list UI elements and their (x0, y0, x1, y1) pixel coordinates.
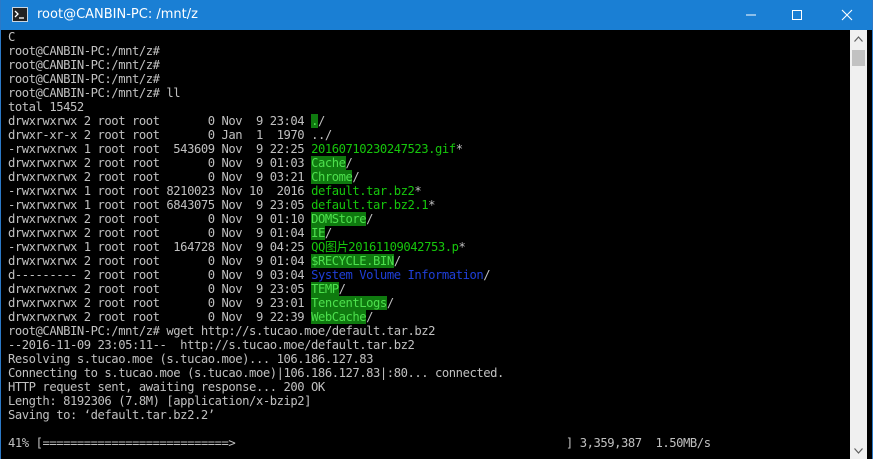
listing-meta: -rwxrwxrwx 1 root root 543609 Nov 9 22:2… (8, 142, 312, 156)
listing-suffix: / (352, 170, 360, 184)
terminal-output[interactable]: Croot@CANBIN-PC:/mnt/z# root@CANBIN-PC:/m… (1, 30, 850, 459)
listing-filename: TencentLogs (311, 296, 387, 310)
listing-filename: .. (311, 128, 325, 142)
terminal-line: root@CANBIN-PC:/mnt/z# (8, 44, 160, 58)
terminal-line: Resolving s.tucao.moe (s.tucao.moe)... 1… (8, 352, 374, 366)
window-title: root@CANBIN-PC: /mnt/z (37, 7, 198, 22)
listing-meta: -rwxrwxrwx 1 root root 164728 Nov 9 04:2… (8, 240, 312, 254)
chevron-down-icon (854, 447, 863, 454)
progress-bar: [===========================> (35, 436, 236, 450)
listing-filename: 20160710230247523.gif (311, 142, 456, 156)
listing-suffix: / (338, 282, 346, 296)
listing-suffix: / (366, 310, 374, 324)
scroll-up-button[interactable] (850, 30, 867, 47)
listing-suffix: / (386, 296, 394, 310)
title-bar[interactable]: root@CANBIN-PC: /mnt/z (1, 0, 872, 30)
listing-suffix: * (414, 184, 422, 198)
terminal-line: root@CANBIN-PC:/mnt/z# (8, 72, 160, 86)
terminal-line: HTTP request sent, awaiting response... … (8, 380, 325, 394)
listing-filename: . (311, 114, 318, 128)
listing-row: drwxrwxrwx 2 root root 0 Nov 9 23:01 Ten… (1, 296, 850, 310)
terminal-line: total 15452 (8, 100, 84, 114)
minimize-icon (746, 14, 756, 16)
listing-row: -rwxrwxrwx 1 root root 6843075 Nov 9 23:… (1, 198, 850, 212)
listing-row: drwxr-xr-x 2 root root 0 Jan 1 1970 ../ (1, 128, 850, 142)
listing-suffix: * (458, 240, 466, 254)
listing-meta: drwxrwxrwx 2 root root 0 Nov 9 03:21 (8, 170, 312, 184)
listing-filename: System Volume Information (311, 268, 484, 282)
listing-filename: Cache (311, 156, 346, 170)
close-icon (841, 9, 853, 21)
listing-row: drwxrwxrwx 2 root root 0 Nov 9 22:39 Web… (1, 310, 850, 324)
listing-suffix: / (366, 212, 374, 226)
maximize-icon (792, 10, 802, 20)
listing-meta: drwxrwxrwx 2 root root 0 Nov 9 01:04 (8, 254, 312, 268)
listing-suffix: * (455, 142, 463, 156)
listing-filename: IE (311, 226, 325, 240)
listing-suffix: / (324, 128, 332, 142)
listing-row: drwxrwxrwx 2 root root 0 Nov 9 01:04 IE/ (1, 226, 850, 240)
terminal-line: root@CANBIN-PC:/mnt/z# ll (8, 86, 181, 100)
listing-row: -rwxrwxrwx 1 root root 543609 Nov 9 22:2… (1, 142, 850, 156)
scrollbar-thumb[interactable] (852, 50, 865, 66)
terminal-line: root@CANBIN-PC:/mnt/z# wget http://s.tuc… (8, 324, 436, 338)
listing-suffix: / (345, 156, 353, 170)
listing-row: drwxrwxrwx 2 root root 0 Nov 9 23:04 ./ (1, 114, 850, 128)
listing-meta: drwxrwxrwx 2 root root 0 Nov 9 23:04 (8, 114, 312, 128)
listing-suffix: * (428, 198, 436, 212)
listing-suffix: / (483, 268, 491, 282)
listing-row: drwxrwxrwx 2 root root 0 Nov 9 01:03 Cac… (1, 156, 850, 170)
listing-filename: default.tar.bz2 (311, 184, 415, 198)
terminal-line: Length: 8192306 (7.8M) [application/x-bz… (8, 394, 312, 408)
listing-row: drwxrwxrwx 2 root root 0 Nov 9 03:21 Chr… (1, 170, 850, 184)
chevron-up-icon (854, 35, 863, 42)
terminal-icon (12, 7, 28, 22)
terminal-window: root@CANBIN-PC: /mnt/z Croot@CANBIN-PC:/… (0, 0, 873, 459)
listing-meta: drwxrwxrwx 2 root root 0 Nov 9 22:39 (8, 310, 312, 324)
listing-meta: d--------- 2 root root 0 Nov 9 03:04 (8, 268, 312, 282)
listing-row: drwxrwxrwx 2 root root 0 Nov 9 23:05 TEM… (1, 282, 850, 296)
terminal-line: --2016-11-09 23:05:11-- http://s.tucao.m… (8, 338, 415, 352)
listing-suffix: / (393, 254, 401, 268)
listing-meta: drwxr-xr-x 2 root root 0 Jan 1 1970 (8, 128, 312, 142)
listing-filename: WebCache (311, 310, 367, 324)
terminal-line: C (8, 30, 15, 44)
terminal-line: Saving to: ‘default.tar.bz2.2’ (8, 408, 215, 422)
listing-row: drwxrwxrwx 2 root root 0 Nov 9 01:10 DOM… (1, 212, 850, 226)
listing-meta: drwxrwxrwx 2 root root 0 Nov 9 23:01 (8, 296, 312, 310)
close-button[interactable] (820, 0, 872, 30)
progress-line: 41% [===========================> ] 3,35… (1, 436, 850, 450)
listing-meta: -rwxrwxrwx 1 root root 8210023 Nov 10 20… (8, 184, 312, 198)
listing-meta: drwxrwxrwx 2 root root 0 Nov 9 01:03 (8, 156, 312, 170)
listing-row: -rwxrwxrwx 1 root root 164728 Nov 9 04:2… (1, 240, 850, 254)
listing-filename: QQ图片20161109042753.p (311, 240, 459, 254)
progress-bytes: 3,359,387 (579, 436, 642, 450)
terminal-line: Connecting to s.tucao.moe (s.tucao.moe)|… (8, 366, 504, 380)
progress-rate: 1.50MB/s (655, 436, 711, 450)
scroll-down-button[interactable] (850, 442, 867, 459)
listing-filename: Chrome (311, 170, 353, 184)
minimize-button[interactable] (728, 0, 774, 30)
listing-filename: $RECYCLE.BIN (311, 254, 394, 268)
listing-meta: drwxrwxrwx 2 root root 0 Nov 9 23:05 (8, 282, 312, 296)
listing-row: -rwxrwxrwx 1 root root 8210023 Nov 10 20… (1, 184, 850, 198)
listing-meta: drwxrwxrwx 2 root root 0 Nov 9 01:04 (8, 226, 312, 240)
terminal-line: root@CANBIN-PC:/mnt/z# (8, 58, 160, 72)
listing-filename: default.tar.bz2.1 (311, 198, 429, 212)
listing-suffix: / (324, 226, 332, 240)
listing-row: drwxrwxrwx 2 root root 0 Nov 9 01:04 $RE… (1, 254, 850, 268)
listing-filename: TEMP (311, 282, 339, 296)
listing-row: d--------- 2 root root 0 Nov 9 03:04 Sys… (1, 268, 850, 282)
listing-suffix: / (317, 114, 325, 128)
vertical-scrollbar[interactable] (850, 30, 867, 459)
listing-filename: DOMStore (311, 212, 367, 226)
progress-percent: 41% (8, 436, 29, 450)
progress-bar-end: ] (565, 436, 573, 450)
listing-meta: -rwxrwxrwx 1 root root 6843075 Nov 9 23:… (8, 198, 312, 212)
maximize-button[interactable] (774, 0, 820, 30)
listing-meta: drwxrwxrwx 2 root root 0 Nov 9 01:10 (8, 212, 312, 226)
